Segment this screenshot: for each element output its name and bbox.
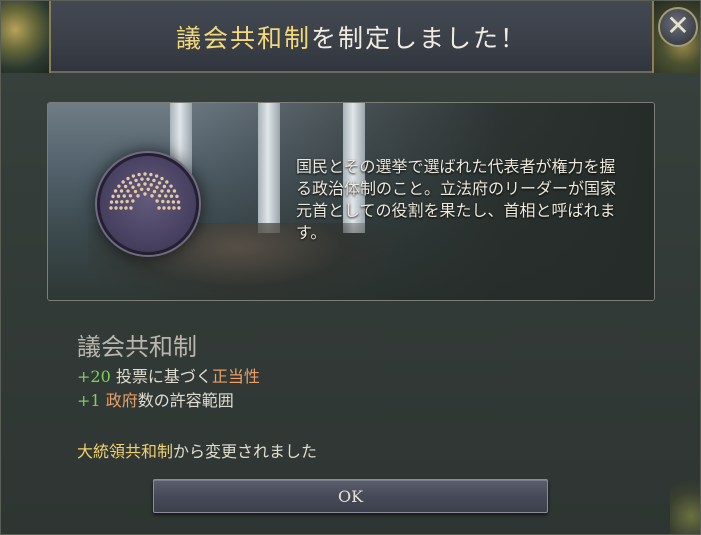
effect-keyword-highlight: 政府 [105, 391, 138, 410]
parliament-emblem-icon [97, 153, 199, 255]
seat-dot [169, 194, 174, 198]
parliament-seats-icon [109, 172, 181, 210]
seat-dot [137, 172, 141, 177]
effect-value: +1 [77, 391, 101, 410]
seat-dot [119, 206, 123, 210]
seat-dot [126, 189, 130, 193]
seat-dot [128, 181, 133, 185]
ok-button[interactable]: OK [153, 479, 548, 513]
seat-dot [131, 199, 135, 203]
seat-dot [116, 194, 121, 198]
title-government-name: 議会共和制 [175, 24, 311, 53]
seat-dot [166, 200, 170, 204]
seat-dot [150, 194, 154, 198]
seat-dot [122, 194, 126, 198]
seat-dot [129, 206, 133, 210]
dialog-header: 議会共和制を制定しました！ ✕ [1, 1, 700, 73]
seat-dot [152, 178, 156, 183]
seat-dot [175, 194, 179, 199]
seat-dot [120, 200, 124, 204]
seat-dot [117, 184, 121, 188]
change-suffix: から変更されました [173, 442, 318, 461]
government-change-dialog: 議会共和制を制定しました！ ✕ 国民とその選挙で選ばれた代表者が権力を握る政治体… [0, 0, 701, 535]
effect-line: +20 投票に基づく正当性 [77, 363, 260, 387]
seat-dot [134, 178, 138, 183]
seat-dot [128, 194, 133, 198]
seat-dot [140, 177, 144, 181]
seat-dot [146, 177, 150, 181]
seat-dot [160, 176, 164, 181]
seat-dot [172, 206, 176, 210]
seat-dot [131, 185, 135, 189]
dialog-title: 議会共和制を制定しました！ [61, 19, 642, 55]
seat-dot [114, 206, 118, 210]
seat-dot [109, 206, 113, 210]
seat-dot [171, 200, 176, 204]
seat-dot [166, 189, 171, 193]
seat-dot [157, 194, 162, 198]
seat-dot [157, 181, 162, 185]
seat-dot [136, 194, 140, 198]
effect-keyword-highlight: 正当性 [211, 367, 260, 386]
seat-dot [133, 189, 138, 194]
seat-dot [169, 184, 173, 188]
seat-dot [176, 200, 181, 204]
seat-dot [155, 185, 159, 189]
seat-dot [162, 206, 166, 210]
seat-dot [164, 194, 168, 198]
seat-dot [155, 199, 159, 203]
seat-dot [177, 206, 181, 210]
seat-dot [125, 199, 129, 204]
seat-dot [152, 189, 157, 194]
header-decoration-left [1, 1, 51, 73]
seat-dot [165, 180, 169, 184]
government-illustration-panel: 国民とその選挙で選ばれた代表者が権力を握る政治体制のこと。立法府のリーダーが国家… [47, 102, 655, 301]
seat-dot [143, 172, 147, 176]
seat-dot [121, 180, 125, 184]
pillar-decoration [258, 103, 280, 233]
seat-dot [160, 189, 164, 193]
seat-dot [149, 172, 153, 177]
seat-dot [111, 194, 115, 199]
seat-dot [123, 184, 128, 189]
seat-dot [143, 192, 147, 196]
seat-dot [113, 189, 118, 193]
government-description: 国民とその選挙で選ばれた代表者が権力を握る政治体制のこと。立法府のリーダーが国家… [296, 157, 617, 242]
seat-dot [149, 183, 153, 187]
seat-dot [162, 184, 167, 189]
seat-dot [167, 206, 171, 210]
seat-dot [172, 189, 177, 193]
effect-text: 数の許容範囲 [137, 391, 234, 410]
seat-dot [119, 189, 124, 193]
close-icon[interactable]: ✕ [658, 7, 698, 47]
seat-dot [131, 174, 136, 178]
seat-dot [109, 200, 114, 204]
government-change-note: 大統領共和制から変更されました [77, 438, 317, 462]
seat-dot [137, 183, 141, 187]
seat-dot [126, 176, 130, 181]
seat-dot [124, 206, 128, 210]
previous-government-name: 大統領共和制 [77, 442, 174, 461]
effect-value: +20 [77, 367, 111, 386]
effect-line: +1 政府数の許容範囲 [77, 387, 234, 411]
seat-dot [143, 182, 147, 186]
effect-text: に基づく [147, 367, 212, 386]
seat-dot [146, 187, 150, 191]
footer-decoration [670, 474, 700, 534]
government-name: 議会共和制 [77, 333, 197, 361]
title-suffix: を制定しました！ [311, 24, 528, 53]
effect-keyword: 投票 [115, 367, 148, 386]
seat-dot [154, 174, 159, 178]
seat-dot [161, 199, 165, 204]
seat-dot [114, 200, 119, 204]
seat-dot [140, 187, 144, 191]
seat-dot [157, 206, 161, 210]
